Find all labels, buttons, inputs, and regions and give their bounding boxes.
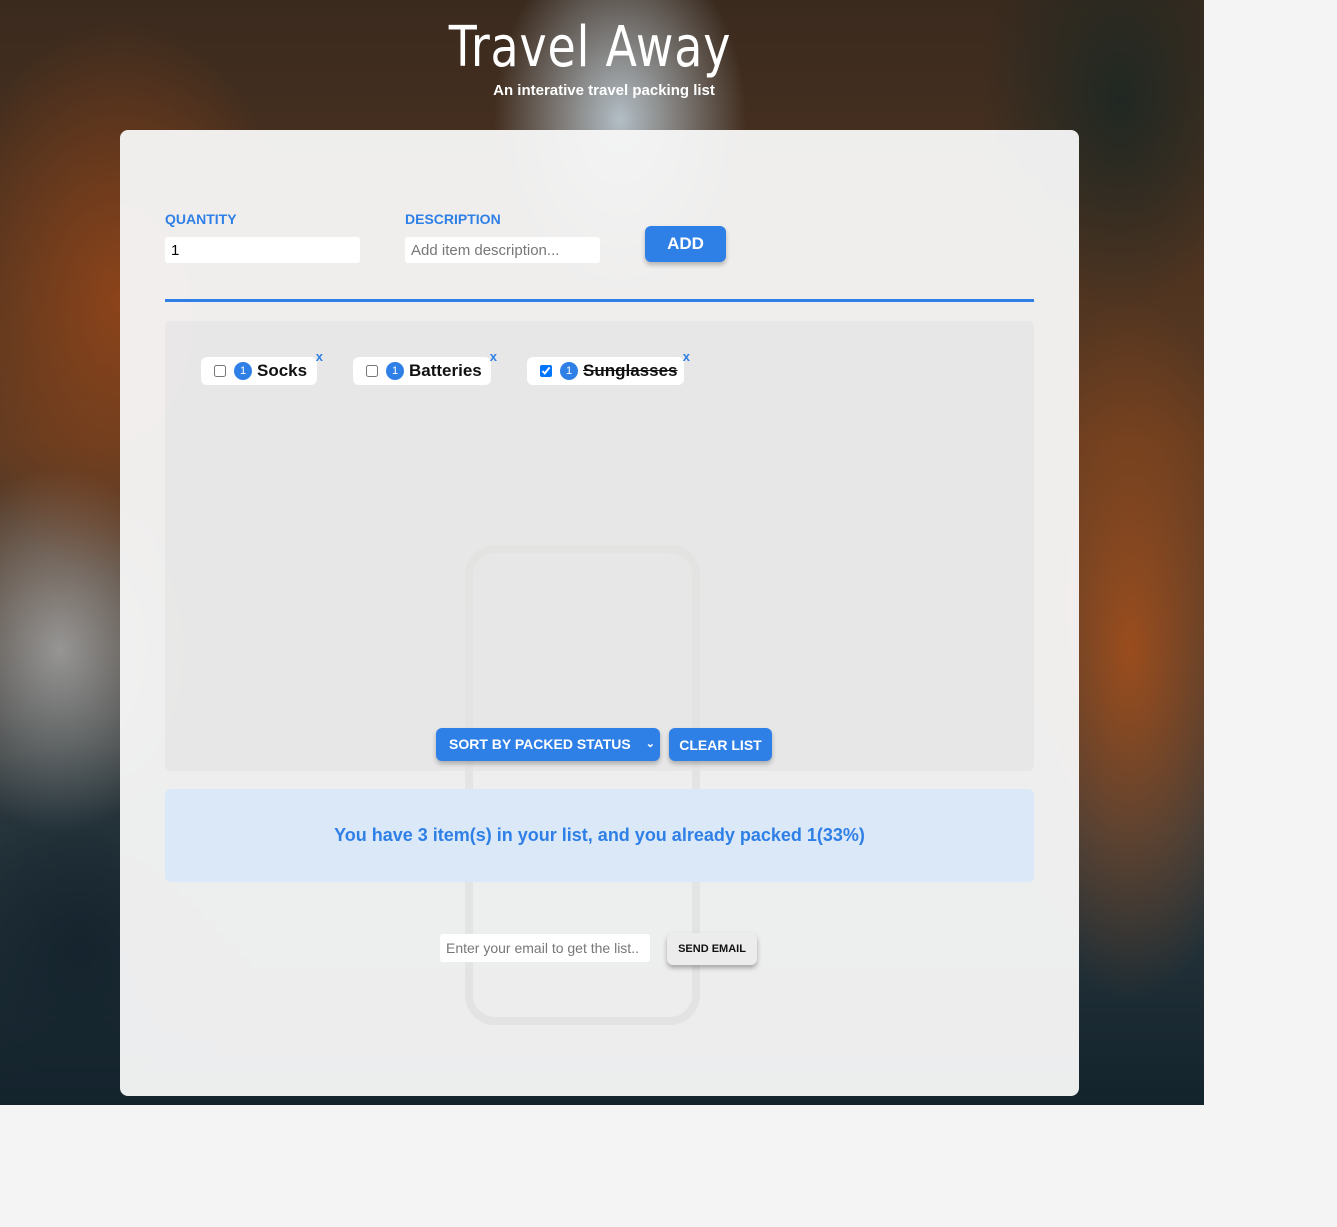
packed-checkbox[interactable] [214,365,226,377]
remove-item-button[interactable]: x [683,349,690,364]
description-label: DESCRIPTION [405,211,501,227]
item-description: Sunglasses [583,361,678,380]
item-description: Socks [257,361,308,380]
remove-item-button[interactable]: x [490,349,497,364]
sort-select[interactable]: SORT BY PACKED STATUS ⌄ [436,728,660,761]
quantity-input[interactable] [165,237,360,263]
main-panel: QUANTITY DESCRIPTION ADD 1 Socks x 1 Bat… [120,130,1079,1096]
list-item: 1 Sunglasses x [527,349,690,385]
remove-item-button[interactable]: x [316,349,323,364]
divider [165,299,1034,302]
add-button[interactable]: ADD [645,226,726,262]
send-email-button[interactable]: SEND EMAIL [667,933,757,965]
description-input[interactable] [405,237,600,263]
list-item: 1 Socks x [201,349,323,385]
item-description: Batteries [409,361,482,380]
packed-checkbox[interactable] [540,365,552,377]
clear-list-button[interactable]: CLEAR LIST [669,728,772,761]
quantity-badge: 1 [560,362,578,380]
quantity-badge: 1 [234,362,252,380]
stats-text: You have 3 item(s) in your list, and you… [334,825,865,845]
quantity-label: QUANTITY [165,211,237,227]
packed-checkbox[interactable] [366,365,378,377]
quantity-badge: 1 [386,362,404,380]
email-input[interactable] [440,934,650,962]
list-item: 1 Batteries x [353,349,497,385]
sort-select-value: SORT BY PACKED STATUS [449,736,631,752]
stats-bar: You have 3 item(s) in your list, and you… [165,789,1034,882]
app-subtitle: An interative travel packing list [493,82,715,99]
packing-list: 1 Socks x 1 Batteries x 1 Sunglasses x S… [165,321,1034,771]
app-title: Travel Away [448,15,732,80]
chevron-down-icon: ⌄ [645,738,655,750]
